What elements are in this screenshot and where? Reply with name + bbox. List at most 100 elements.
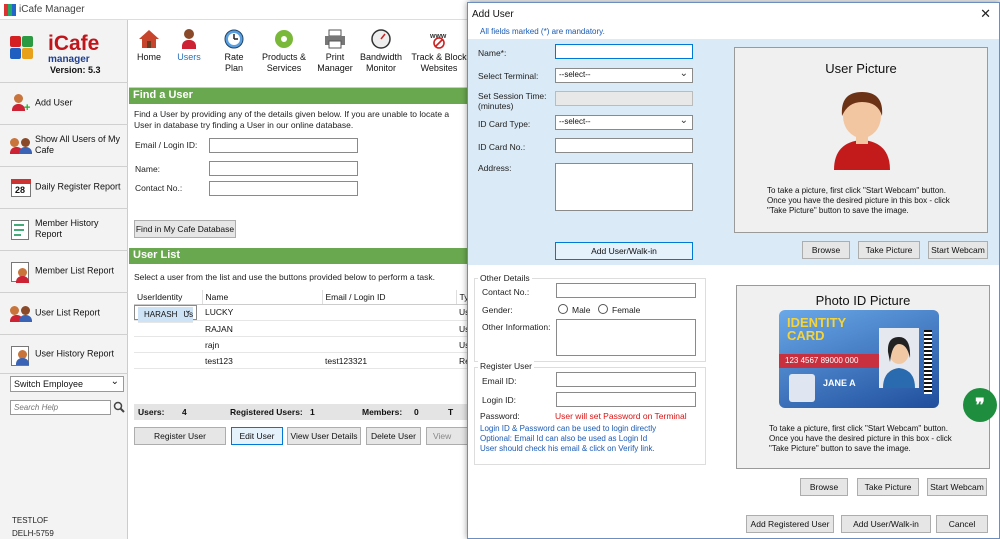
search-help-input[interactable]: Search Help	[10, 400, 111, 415]
login-input[interactable]	[556, 392, 696, 407]
svg-text:www: www	[429, 33, 447, 40]
toolbar-track-block-websites[interactable]: www Track & Block Websites	[409, 24, 469, 82]
user-picture-take-button[interactable]: Take Picture	[858, 241, 920, 259]
password-label: Password:	[480, 411, 520, 421]
sidebar-item-daily-register-report[interactable]: 28 Daily Register Report	[0, 166, 128, 206]
view-user-details-button[interactable]: View User Details	[287, 427, 361, 445]
toolbar-rate-plan[interactable]: Rate Plan	[217, 24, 251, 82]
toolbar-home[interactable]: Home	[133, 24, 165, 82]
table-row[interactable]: rajn Us	[134, 336, 474, 353]
avatar-icon	[822, 84, 902, 170]
id-no-input[interactable]	[555, 138, 693, 153]
col-user-identity[interactable]: UserIdentity	[134, 290, 203, 305]
id-type-select[interactable]: --select--	[555, 115, 693, 130]
cancel-button[interactable]: Cancel	[936, 515, 988, 533]
toolbar-print-manager[interactable]: Print Manager	[315, 24, 355, 82]
sidebar-item-user-list-report[interactable]: User List Report	[0, 292, 128, 332]
address-label: Address:	[478, 163, 512, 173]
photo-id-browse-button[interactable]: Browse	[800, 478, 848, 496]
app-icon	[4, 4, 16, 16]
male-radio[interactable]	[558, 304, 568, 314]
col-email[interactable]: Email / Login ID	[322, 290, 457, 305]
user-picture-webcam-button[interactable]: Start Webcam	[928, 241, 988, 259]
search-icon[interactable]	[113, 401, 125, 413]
id-card-name: JANE A	[823, 378, 856, 388]
other-info-textarea[interactable]	[556, 319, 696, 356]
barcode-icon	[924, 330, 932, 394]
id-card-title: IDENTITY CARD	[787, 315, 846, 343]
toolbar-label: Rate Plan	[224, 52, 244, 73]
contact-input[interactable]	[556, 283, 696, 298]
table-row[interactable]: HARASH Us	[134, 304, 198, 323]
terminal-label: Select Terminal:	[478, 71, 539, 81]
user-picture-title: User Picture	[825, 61, 897, 76]
switch-employee-select[interactable]: Switch Employee	[10, 376, 124, 392]
logo-icon	[8, 32, 46, 70]
sidebar-item-add-user[interactable]: + Add User	[0, 82, 128, 122]
member-list-icon	[10, 262, 32, 283]
photo-id-webcam-button[interactable]: Start Webcam	[927, 478, 987, 496]
table-row[interactable]: test123 test123321 Re	[134, 352, 474, 369]
add-walkin-button-top[interactable]: Add User/Walk-in	[555, 242, 693, 260]
sidebar-item-label: User History Report	[35, 348, 115, 359]
email-input[interactable]	[556, 372, 696, 387]
add-walkin-button[interactable]: Add User/Walk-in	[841, 515, 931, 533]
sidebar-item-label: User List Report	[35, 307, 101, 317]
version-label: Version: 5.3	[50, 65, 101, 75]
find-contact-input[interactable]	[209, 181, 358, 196]
toolbar-label: Users	[177, 52, 201, 62]
gauge-icon	[369, 28, 393, 50]
name-input[interactable]	[555, 44, 693, 59]
address-textarea[interactable]	[555, 163, 693, 211]
user-list-icon	[10, 304, 32, 324]
find-email-input[interactable]	[209, 138, 358, 153]
logo: iCafe manager Version: 5.3	[8, 32, 124, 80]
sidebar-item-member-history-report[interactable]: Member History Report	[0, 208, 128, 248]
sidebar-item-user-history-report[interactable]: User History Report	[0, 334, 128, 374]
email-label: Email / Login ID:	[135, 140, 198, 150]
terminal-select[interactable]: --select--	[555, 68, 693, 83]
clock-icon	[222, 28, 246, 50]
users-group-icon	[10, 136, 32, 156]
footer-name: TESTLOF	[12, 516, 49, 525]
sidebar: iCafe manager Version: 5.3 + Add User Sh…	[0, 20, 128, 539]
block-website-icon: www	[427, 28, 451, 50]
session-time-input[interactable]	[555, 91, 693, 106]
user-history-icon	[10, 346, 32, 366]
female-radio[interactable]	[598, 304, 608, 314]
email-label: Email ID:	[482, 376, 517, 386]
find-in-cafe-database-button[interactable]: Find in My Cafe Database	[134, 220, 236, 238]
col-name[interactable]: Name	[202, 290, 323, 305]
find-user-description: Find a User by providing any of the deta…	[134, 109, 450, 130]
close-icon[interactable]: ✕	[980, 6, 991, 22]
sidebar-item-show-all-users[interactable]: Show All Users of My Cafe	[0, 124, 128, 164]
disc-icon	[272, 28, 296, 50]
sidebar-item-member-list-report[interactable]: Member List Report	[0, 250, 128, 290]
user-picture-panel: User Picture To take a picture, first cl…	[734, 47, 988, 233]
sidebar-item-label: Member List Report	[35, 265, 115, 275]
register-user-button[interactable]: Register User	[134, 427, 226, 445]
toolbar-users[interactable]: Users	[173, 24, 205, 82]
user-list-header: User List	[129, 248, 470, 264]
users-count: 4	[182, 407, 187, 417]
total-label: T	[448, 407, 454, 417]
user-picture-browse-button[interactable]: Browse	[802, 241, 850, 259]
edit-user-button[interactable]: Edit User	[231, 427, 283, 445]
find-user-header: Find a User	[129, 88, 470, 104]
add-user-icon: +	[10, 94, 32, 114]
photo-id-title: Photo ID Picture	[815, 293, 911, 308]
title-bar: iCafe Manager	[0, 0, 470, 20]
user-icon	[177, 28, 201, 50]
email-hint: Optional: Email Id can also be used as L…	[480, 434, 648, 443]
view-member-button[interactable]: View Mem	[426, 427, 470, 445]
find-name-input[interactable]	[209, 161, 358, 176]
photo-id-take-button[interactable]: Take Picture	[857, 478, 919, 496]
toolbar-bandwidth-monitor[interactable]: Bandwidth Monitor	[357, 24, 405, 82]
register-user-label: Register User	[478, 361, 534, 371]
other-info-label: Other Information:	[482, 322, 551, 332]
toolbar-products-services[interactable]: Products & Services	[259, 24, 309, 82]
delete-user-button[interactable]: Delete User	[366, 427, 421, 445]
user-list-stats: Users: 4 Registered Users: 1 Members: 0 …	[134, 404, 474, 420]
add-registered-user-button[interactable]: Add Registered User	[746, 515, 834, 533]
chat-icon[interactable]: ❞	[963, 388, 997, 422]
